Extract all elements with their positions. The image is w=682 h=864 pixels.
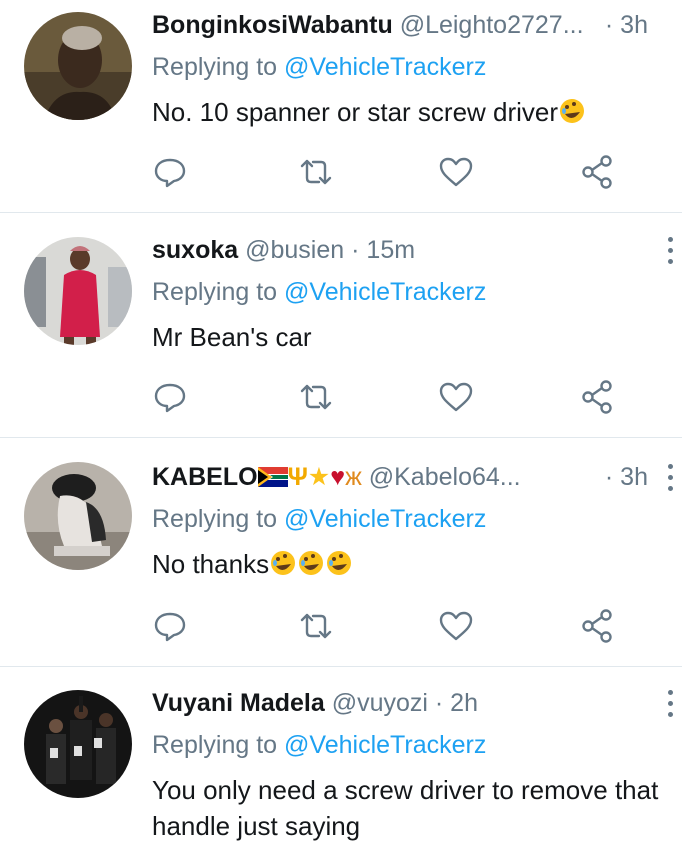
timestamp[interactable]: · 15m [351,236,415,264]
tweet-text-content: No thanks [152,549,270,579]
more-icon[interactable] [668,237,674,265]
display-name[interactable]: BonginkosiWabantu [152,11,393,39]
replying-to: Replying to @VehicleTrackerz [152,728,486,762]
rolling-laughing-emoji [271,551,296,575]
tweet-text: No thanks [152,546,680,582]
share-button[interactable] [578,152,618,192]
heart-icon [439,157,473,187]
timestamp[interactable]: · 2h [435,689,478,717]
tweet[interactable]: BonginkosiWabantu @Leighto2727... · 3h R… [0,0,682,212]
tweet-text: No. 10 spanner or star screw driver [152,94,680,130]
tweet-divider [0,437,682,438]
tweet[interactable]: suxoka @busien · 15m Replying to @Vehicl… [0,225,682,437]
display-name[interactable]: Vuyani Madela [152,689,325,717]
heart-icon [439,611,473,641]
trident-emoji: Ψ [287,463,308,491]
retweet-icon [300,159,332,185]
like-button[interactable] [436,152,476,192]
avatar[interactable] [24,462,132,570]
replying-to: Replying to @VehicleTrackerz [152,50,486,84]
replying-to-label: Replying to [152,53,278,81]
tweet-header: suxoka @busien · 15m [152,233,682,267]
replying-to-label: Replying to [152,278,278,306]
display-name[interactable]: suxoka [152,236,238,264]
reply-icon [154,383,186,413]
mention-link[interactable]: @VehicleTrackerz [284,278,486,306]
more-icon[interactable] [668,464,674,492]
share-icon [582,609,612,643]
avatar[interactable] [24,237,132,345]
heart-icon [439,382,473,412]
tweet-header: BonginkosiWabantu @Leighto2727... · 3h [152,8,682,42]
tweet-actions [150,152,630,192]
avatar[interactable] [24,12,132,120]
retweet-icon [300,613,332,639]
tweet-text-content: No. 10 spanner or star screw driver [152,97,559,127]
rose-emoji: ♥ [330,463,346,491]
like-button[interactable] [436,606,476,646]
reply-button[interactable] [150,606,190,646]
share-icon [582,155,612,189]
star-emoji: ★ [307,463,331,491]
replying-to: Replying to @VehicleTrackerz [152,502,486,536]
rolling-laughing-emoji [327,551,352,575]
tweet-actions [150,606,630,646]
tweet-actions [150,377,630,417]
mention-link[interactable]: @VehicleTrackerz [284,731,486,759]
reply-button[interactable] [150,152,190,192]
like-button[interactable] [436,377,476,417]
mention-link[interactable]: @VehicleTrackerz [284,53,486,81]
timestamp[interactable]: · 3h [605,460,648,494]
tweet[interactable]: KABELO Ψ★♥ж @Kabelo64... · 3h Replying to… [0,452,682,666]
tweet-divider [0,212,682,213]
user-handle[interactable]: @Kabelo64... [369,463,521,491]
tweet-text: Mr Bean's car [152,319,680,355]
user-handle[interactable]: @busien [245,236,344,264]
retweet-button[interactable] [296,152,336,192]
tweet-text-content: Mr Bean's car [152,322,312,352]
replying-to-label: Replying to [152,731,278,759]
reply-icon [154,158,186,188]
tweet[interactable]: Vuyani Madela @vuyozi · 2h Replying to @… [0,678,682,864]
tweet-divider [0,666,682,667]
share-button[interactable] [578,606,618,646]
rolling-laughing-emoji [560,99,585,123]
user-handle[interactable]: @Leighto2727... [400,11,584,39]
share-icon [582,380,612,414]
tweet-text: You only need a screw driver to remove t… [152,772,680,844]
retweet-button[interactable] [296,377,336,417]
more-icon[interactable] [668,690,674,718]
display-name[interactable]: KABELO [152,463,258,491]
share-button[interactable] [578,377,618,417]
retweet-button[interactable] [296,606,336,646]
replying-to-label: Replying to [152,505,278,533]
avatar[interactable] [24,690,132,798]
tweet-header: KABELO Ψ★♥ж @Kabelo64... · 3h [152,460,682,494]
user-handle[interactable]: @vuyozi [332,689,428,717]
mention-link[interactable]: @VehicleTrackerz [284,505,486,533]
tweet-header: Vuyani Madela @vuyozi · 2h [152,686,682,720]
timestamp[interactable]: · 3h [605,8,648,42]
reply-button[interactable] [150,377,190,417]
reply-icon [154,612,186,642]
tweet-text-content: You only need a screw driver to remove t… [152,775,659,841]
rolling-laughing-emoji [299,551,324,575]
butterfly-emoji: ж [345,463,362,491]
south-africa-flag-emoji [257,467,288,487]
replying-to: Replying to @VehicleTrackerz [152,275,486,309]
retweet-icon [300,384,332,410]
